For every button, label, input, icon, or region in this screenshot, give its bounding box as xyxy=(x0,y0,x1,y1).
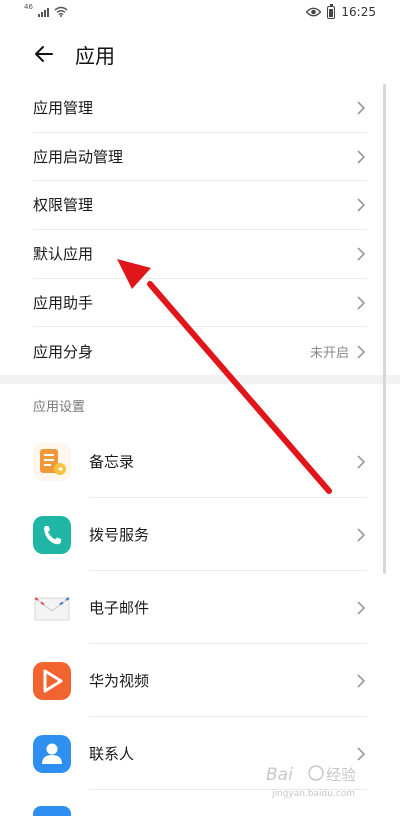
chevron-right-icon xyxy=(357,673,366,688)
svg-text:经验: 经验 xyxy=(326,766,356,784)
app-item-email[interactable]: 电子邮件 xyxy=(33,571,367,644)
chevron-right-icon xyxy=(357,100,366,115)
list-item-value: 未开启 xyxy=(309,346,349,361)
chevron-right-icon xyxy=(357,344,366,359)
list-item-label: 应用启动管理 xyxy=(33,148,124,166)
baidu-logo-icon: Bai 经验 jingyan.baidu.com xyxy=(266,765,356,799)
header: 应用 xyxy=(0,26,400,82)
signal-icon xyxy=(37,7,49,17)
page-title: 应用 xyxy=(75,44,115,68)
status-bar: 46 16:25 xyxy=(0,0,400,26)
chevron-right-icon xyxy=(357,295,366,310)
video-play-icon xyxy=(33,661,71,700)
section-separator xyxy=(0,375,400,384)
list-item-label: 应用分身 xyxy=(33,343,94,361)
chevron-right-icon xyxy=(357,600,366,615)
section-title: 应用设置 xyxy=(33,400,86,415)
back-arrow-icon xyxy=(35,46,53,62)
chevron-right-icon xyxy=(357,246,366,261)
list-item-label: 权限管理 xyxy=(33,196,94,214)
eye-icon xyxy=(306,7,322,17)
chevron-right-icon xyxy=(357,454,366,469)
mail-icon xyxy=(33,588,71,627)
contacts-icon xyxy=(33,734,71,773)
phone-icon xyxy=(33,515,71,554)
svg-text:jingyan.baidu.com: jingyan.baidu.com xyxy=(271,789,355,799)
app-item-huawei-video[interactable]: 华为视频 xyxy=(33,644,367,717)
app-item-label: 备忘录 xyxy=(89,453,135,471)
notepad-icon xyxy=(33,442,71,481)
chevron-right-icon xyxy=(357,527,366,542)
list-item-label: 应用助手 xyxy=(33,294,94,312)
app-item-label: 华为视频 xyxy=(89,672,150,690)
list-item-permission-management[interactable]: 权限管理 xyxy=(33,180,367,229)
chevron-right-icon xyxy=(357,197,366,212)
app-item-label: 电子邮件 xyxy=(89,599,150,617)
svg-text:Bai: Bai xyxy=(266,765,293,785)
list-item-default-apps[interactable]: 默认应用 xyxy=(33,229,367,278)
chevron-right-icon xyxy=(357,149,366,164)
list-item-app-twin[interactable]: 应用分身 未开启 xyxy=(33,327,367,376)
list-item-label: 默认应用 xyxy=(33,245,94,263)
app-item-partial-icon xyxy=(33,806,71,816)
list-item-app-management[interactable]: 应用管理 xyxy=(33,83,367,132)
app-item-dialer[interactable]: 拨号服务 xyxy=(33,498,367,571)
clock: 16:25 xyxy=(341,5,376,19)
scrollbar[interactable] xyxy=(383,84,386,574)
app-settings-screen: 46 16:25 应用 应用管理 应用启动管理 权限管理 默认应用 应用助手 应… xyxy=(0,0,400,816)
list-item-label: 应用管理 xyxy=(33,99,94,117)
battery-icon xyxy=(327,3,336,19)
list-item-app-launch-management[interactable]: 应用启动管理 xyxy=(33,132,367,181)
app-item-label: 拨号服务 xyxy=(89,526,150,544)
wifi-icon xyxy=(54,6,68,17)
network-type: 46 xyxy=(24,3,33,11)
baidu-watermark: Bai 经验 jingyan.baidu.com xyxy=(264,758,374,806)
list-item-app-assistant[interactable]: 应用助手 xyxy=(33,278,367,327)
app-item-notepad[interactable]: 备忘录 xyxy=(33,425,367,498)
back-button[interactable] xyxy=(28,38,60,70)
